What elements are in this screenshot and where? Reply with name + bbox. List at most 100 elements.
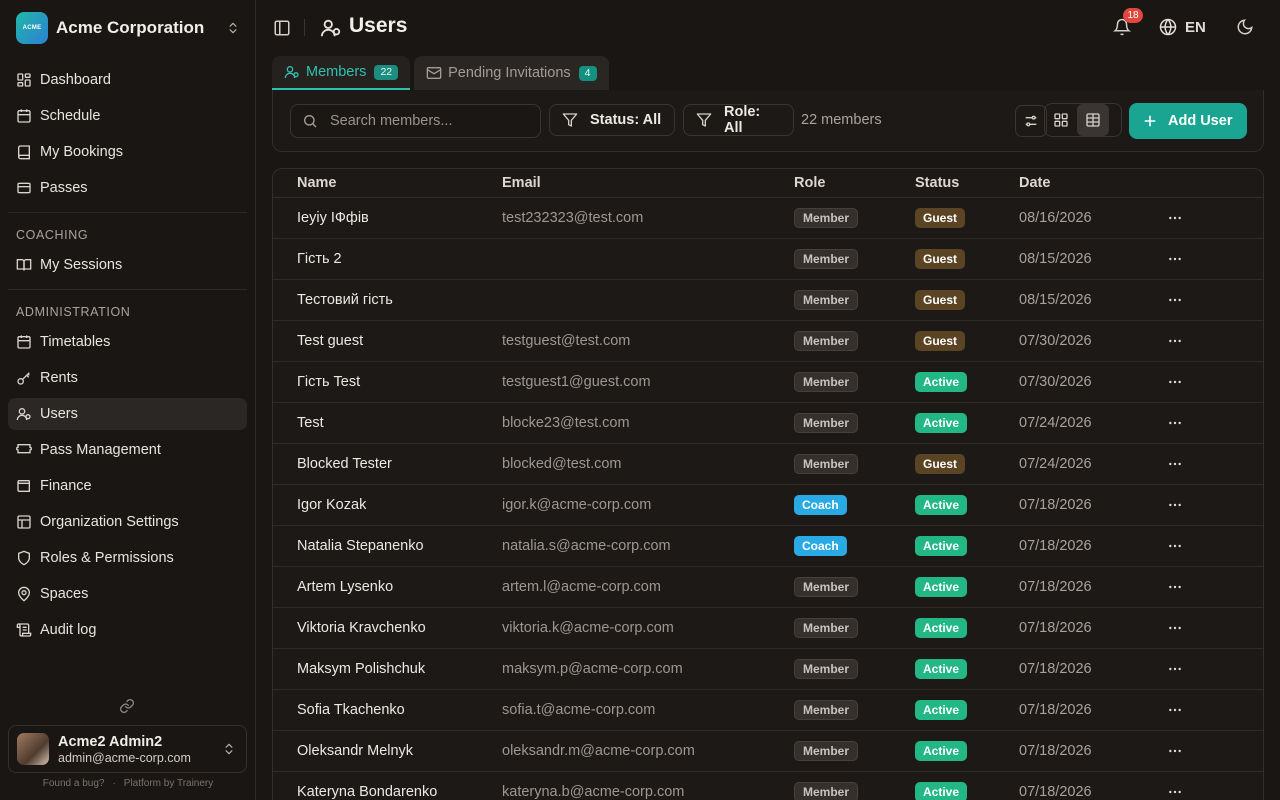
sidebar-item-finance[interactable]: Finance [8,470,247,502]
sidebar-item-timetables[interactable]: Timetables [8,326,247,358]
status-cell: Active [915,659,1019,679]
role-cell: Member [794,618,915,638]
date-cell: 08/15/2026 [1019,292,1092,308]
column-header-role[interactable]: Role [794,175,915,191]
sidebar-item-spaces[interactable]: Spaces [8,578,247,610]
row-actions-button[interactable] [1161,374,1189,390]
row-actions-button[interactable] [1161,579,1189,595]
column-header-name[interactable]: Name [273,175,502,191]
platform-credit[interactable]: Platform by Trainery [124,778,213,789]
table-row[interactable]: Kateryna Bondarenko kateryna.b@acme-corp.… [273,772,1263,800]
wallet-icon [16,478,40,494]
role-badge: Member [794,249,859,269]
row-actions-button[interactable] [1161,538,1189,554]
row-actions-button[interactable] [1161,702,1189,718]
sidebar-item-my-bookings[interactable]: My Bookings [8,136,247,168]
tab-label: Pending Invitations [448,65,571,81]
role-cell: Member [794,659,915,679]
status-filter-button[interactable]: Status: All [549,104,675,136]
row-actions-button[interactable] [1161,743,1189,759]
org-switcher[interactable]: ACME Acme Corporation [8,8,248,48]
user-email-cell: oleksandr.m@acme-corp.com [502,743,695,759]
row-actions-button[interactable] [1161,415,1189,431]
table-row[interactable]: Sofia Tkachenko sofia.t@acme-corp.com Memb… [273,690,1263,731]
table-row[interactable]: Гість 2 Member Guest 08/15/2026 [273,239,1263,280]
row-actions-button[interactable] [1161,251,1189,267]
users-icon [320,17,342,39]
sidebar-item-users[interactable]: Users [8,398,247,430]
grid-icon [1053,112,1069,128]
user-menu[interactable]: Acme2 Admin2 admin@acme-corp.com [8,725,247,773]
sidebar-item-label: Organization Settings [40,514,179,530]
plus-icon [1142,113,1168,129]
table-row[interactable]: Blocked Tester blocked@test.com Member Gues… [273,444,1263,485]
grid-view-button[interactable] [1045,104,1077,136]
table-row[interactable]: Artem Lysenko artem.l@acme-corp.com Member… [273,567,1263,608]
view-toggle [1044,103,1122,137]
column-header-status[interactable]: Status [915,175,1019,191]
sidebar-item-dashboard[interactable]: Dashboard [8,64,247,96]
user-name-cell: Oleksandr Melnyk [297,743,414,759]
sidebar-item-passes[interactable]: Passes [8,172,247,204]
row-actions-button[interactable] [1161,456,1189,472]
column-header-email[interactable]: Email [502,175,794,191]
user-name-cell: Blocked Tester [297,456,392,472]
row-actions-button[interactable] [1161,210,1189,226]
column-header-date[interactable]: Date [1019,175,1161,191]
row-actions-button[interactable] [1161,620,1189,636]
column-settings-button[interactable] [1015,105,1047,137]
date-cell: 08/16/2026 [1019,210,1092,226]
chevrons-up-down-icon [222,742,236,756]
add-user-label: Add User [1168,113,1233,129]
status-cell: Active [915,495,1019,515]
table-row[interactable]: Ieyiy IФфів test232323@test.com Member Gues… [273,198,1263,239]
tabs: Members 22 Pending Invitations 4 [272,56,613,91]
table-view-button[interactable] [1077,104,1109,136]
link-icon[interactable] [119,698,135,714]
table-row[interactable]: Тестовий гість Member Guest 08/15/2026 [273,280,1263,321]
tab-pending-invitations[interactable]: Pending Invitations 4 [414,56,609,90]
sidebar-item-label: Passes [40,180,88,196]
sidebar-item-audit-log[interactable]: Audit log [8,614,247,646]
date-cell: 07/18/2026 [1019,579,1092,595]
table-row[interactable]: Гість Test testguest1@guest.com Member Acti… [273,362,1263,403]
table-row[interactable]: Natalia Stepanenko natalia.s@acme-corp.co… [273,526,1263,567]
user-name-cell: Sofia Tkachenko [297,702,405,718]
moon-icon[interactable] [1236,18,1254,36]
status-badge: Active [915,577,968,597]
row-actions-button[interactable] [1161,497,1189,513]
status-badge: Active [915,700,968,720]
table-row[interactable]: Maksym Polishchuk maksym.p@acme-corp.com M… [273,649,1263,690]
sidebar-item-roles-permissions[interactable]: Roles & Permissions [8,542,247,574]
report-bug-link[interactable]: Found a bug? [43,778,105,789]
table-row[interactable]: Oleksandr Melnyk oleksandr.m@acme-corp.co… [273,731,1263,772]
row-actions-button[interactable] [1161,292,1189,308]
sidebar-item-label: Audit log [40,622,97,638]
calendar-icon [16,334,40,350]
search-input[interactable] [330,113,530,129]
sidebar-toggle-icon[interactable] [273,19,291,37]
role-filter-button[interactable]: Role: All [683,104,794,136]
sidebar-item-my-sessions[interactable]: My Sessions [8,249,247,281]
sidebar-item-schedule[interactable]: Schedule [8,100,247,132]
table-row[interactable]: Test blocke23@test.com Member Active 07/24/2… [273,403,1263,444]
date-cell: 07/18/2026 [1019,620,1092,636]
add-user-button[interactable]: Add User [1129,103,1247,139]
table-row[interactable]: Viktoria Kravchenko viktoria.k@acme-corp.… [273,608,1263,649]
sidebar-item-pass-management[interactable]: Pass Management [8,434,247,466]
sidebar-item-rents[interactable]: Rents [8,362,247,394]
language-switcher[interactable]: EN [1159,18,1206,36]
user-name-cell: Igor Kozak [297,497,367,513]
date-cell: 07/24/2026 [1019,415,1092,431]
date-cell: 07/30/2026 [1019,333,1092,349]
more-horizontal-icon [1167,292,1183,308]
row-actions-button[interactable] [1161,784,1189,800]
tab-members[interactable]: Members 22 [272,56,411,90]
table-row[interactable]: Test guest testguest@test.com Member Guest 0… [273,321,1263,362]
row-actions-button[interactable] [1161,661,1189,677]
table-row[interactable]: Igor Kozak igor.k@acme-corp.com Coach Activ… [273,485,1263,526]
user-name-cell: Test guest [297,333,364,349]
row-actions-button[interactable] [1161,333,1189,349]
status-cell: Guest [915,331,1019,351]
sidebar-item-organization-settings[interactable]: Organization Settings [8,506,247,538]
